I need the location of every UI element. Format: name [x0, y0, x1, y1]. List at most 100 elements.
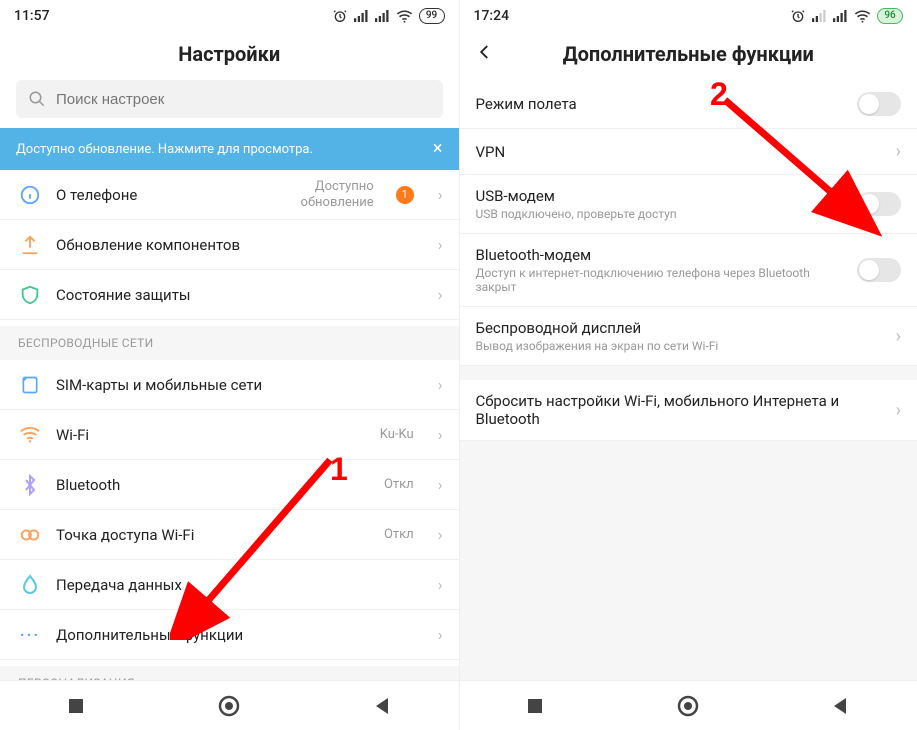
more-icon: ···	[18, 625, 42, 644]
status-time: 11:57	[14, 8, 50, 24]
row-title: Беспроводной дисплей	[476, 319, 896, 337]
row-meta: Откл	[384, 527, 414, 543]
chevron-right-icon: ›	[438, 625, 443, 644]
sim-icon	[18, 375, 42, 395]
toggle-usb-tether[interactable]	[857, 192, 901, 216]
row-label: Обновление компонентов	[56, 236, 414, 254]
row-title: Bluetooth-модем	[476, 246, 848, 264]
update-banner[interactable]: Доступно обновление. Нажмите для просмот…	[0, 128, 459, 170]
row-usb-tether[interactable]: USB-модем USB подключено, проверьте дост…	[460, 175, 917, 234]
row-desc: Вывод изображения на экран по сети Wi-Fi	[476, 339, 896, 353]
upload-icon	[18, 234, 42, 256]
row-wireless-display[interactable]: Беспроводной дисплей Вывод изображения н…	[460, 307, 917, 366]
row-label: SIM-карты и мобильные сети	[56, 376, 414, 394]
battery-indicator: 99	[419, 8, 445, 24]
battery-indicator: 96	[877, 8, 903, 24]
row-hotspot[interactable]: Точка доступа Wi-Fi Откл ›	[0, 510, 459, 560]
search-icon	[28, 90, 46, 108]
row-label: Точка доступа Wi-Fi	[56, 526, 370, 544]
chevron-right-icon: ›	[438, 235, 443, 254]
row-vpn[interactable]: VPN ›	[460, 129, 917, 175]
row-bt-tether[interactable]: Bluetooth-модем Доступ к интернет-подклю…	[460, 234, 917, 307]
signal-icon	[812, 9, 827, 23]
row-label: Состояние защиты	[56, 286, 414, 304]
row-security-status[interactable]: Состояние защиты ›	[0, 270, 459, 320]
wifi-icon	[18, 426, 42, 444]
row-label: Wi-Fi	[56, 426, 366, 444]
alarm-icon	[332, 8, 348, 24]
nav-back-icon[interactable]	[373, 696, 393, 716]
chevron-right-icon: ›	[438, 185, 443, 204]
row-meta: Доступно обновление	[301, 179, 374, 210]
section-personalization: ПЕРСОНАЛИЗАЦИЯ	[0, 666, 459, 680]
signal-icon	[354, 9, 369, 23]
section-gap	[460, 366, 917, 380]
row-reset-network[interactable]: Сбросить настройки Wi-Fi, мобильного Инт…	[460, 380, 917, 441]
row-more-settings[interactable]: ··· Дополнительные функции ›	[0, 610, 459, 660]
status-icons: 99	[332, 8, 445, 24]
row-component-updates[interactable]: Обновление компонентов ›	[0, 220, 459, 270]
chevron-right-icon: ›	[438, 525, 443, 544]
phone-settings: 11:57 99 Настройки Доступно обновление. …	[0, 0, 459, 730]
nav-home-icon[interactable]	[676, 694, 700, 718]
chevron-right-icon: ›	[438, 285, 443, 304]
status-bar: 11:57 99	[0, 0, 459, 32]
bluetooth-icon	[18, 474, 42, 496]
row-airplane-mode[interactable]: Режим полета	[460, 80, 917, 129]
section-wireless: БЕСПРОВОДНЫЕ СЕТИ	[0, 326, 459, 360]
wifi-icon	[854, 9, 871, 23]
status-icons: 96	[790, 8, 903, 24]
row-title: Режим полета	[476, 95, 848, 113]
page-title: Настройки	[0, 32, 459, 80]
row-about-phone[interactable]: О телефоне Доступно обновление 1 ›	[0, 170, 459, 220]
row-sim[interactable]: SIM-карты и мобильные сети ›	[0, 360, 459, 410]
row-label: Bluetooth	[56, 476, 370, 494]
wifi-icon	[396, 9, 413, 23]
nav-home-icon[interactable]	[217, 694, 241, 718]
row-label: О телефоне	[56, 186, 287, 204]
search-field[interactable]	[16, 80, 443, 118]
chevron-right-icon: ›	[438, 475, 443, 494]
row-bluetooth[interactable]: Bluetooth Откл ›	[0, 460, 459, 510]
status-time: 17:24	[474, 8, 510, 24]
hotspot-icon	[18, 526, 42, 544]
chevron-left-icon	[476, 43, 494, 61]
row-label: Передача данных	[56, 576, 414, 594]
page-title-text: Дополнительные функции	[563, 42, 814, 66]
row-desc: USB подключено, проверьте доступ	[476, 207, 848, 221]
signal-icon-2	[375, 9, 390, 23]
nav-back-icon[interactable]	[831, 696, 851, 716]
chevron-right-icon: ›	[896, 400, 901, 421]
phone-additional: 17:24 96 Дополнительные функции Режим по…	[459, 0, 917, 730]
notification-badge: 1	[396, 186, 414, 204]
nav-bar	[0, 680, 459, 730]
alarm-icon	[790, 8, 806, 24]
row-meta: Откл	[384, 477, 414, 493]
row-wifi[interactable]: Wi-Fi Ku-Ku ›	[0, 410, 459, 460]
row-label: Дополнительные функции	[56, 626, 414, 644]
close-icon[interactable]: ×	[433, 140, 443, 158]
row-meta: Ku-Ku	[380, 427, 414, 443]
nav-recents-icon[interactable]	[525, 696, 545, 716]
back-button[interactable]	[476, 42, 494, 66]
row-title: Сбросить настройки Wi-Fi, мобильного Инт…	[476, 392, 896, 428]
row-data-usage[interactable]: Передача данных ›	[0, 560, 459, 610]
status-bar: 17:24 96	[460, 0, 917, 32]
chevron-right-icon: ›	[438, 375, 443, 394]
row-title: USB-модем	[476, 187, 848, 205]
nav-recents-icon[interactable]	[66, 696, 86, 716]
chevron-right-icon: ›	[896, 326, 901, 347]
info-icon	[18, 184, 42, 206]
chevron-right-icon: ›	[438, 575, 443, 594]
row-title: VPN	[476, 143, 896, 161]
search-input[interactable]	[56, 91, 431, 108]
chevron-right-icon: ›	[896, 141, 901, 162]
row-desc: Доступ к интернет-подключению телефона ч…	[476, 266, 848, 294]
page-title: Дополнительные функции	[460, 32, 917, 80]
nav-bar	[460, 680, 917, 730]
signal-icon-2	[833, 9, 848, 23]
drop-icon	[18, 574, 42, 596]
chevron-right-icon: ›	[438, 425, 443, 444]
toggle-airplane[interactable]	[857, 92, 901, 116]
toggle-bt-tether[interactable]	[857, 258, 901, 282]
